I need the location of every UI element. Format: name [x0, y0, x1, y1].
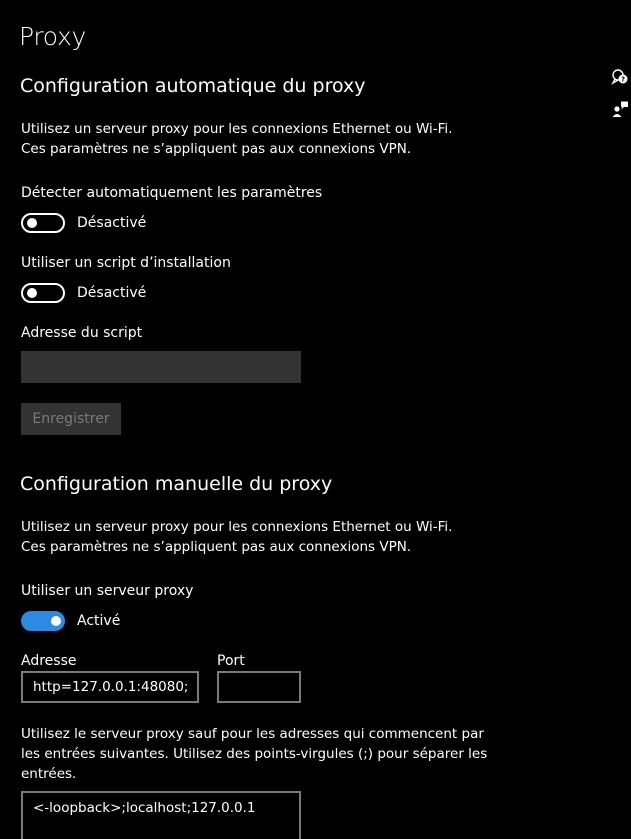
proxy-address-label: Adresse: [21, 653, 77, 669]
exceptions-line2: les entrées suivantes. Utilisez des poin…: [21, 746, 488, 762]
use-proxy-label: Utiliser un serveur proxy: [21, 583, 194, 599]
proxy-address-input[interactable]: [21, 671, 199, 703]
auto-section-title: Configuration automatique du proxy: [20, 75, 366, 97]
use-proxy-toggle[interactable]: [21, 611, 65, 631]
exceptions-line1: Utilisez le serveur proxy sauf pour les …: [21, 726, 484, 742]
svg-text:?: ?: [621, 76, 625, 84]
auto-description-line2: Ces paramètres ne s’appliquent pas aux c…: [21, 141, 412, 157]
give-feedback-icon[interactable]: [611, 100, 629, 118]
toggle-knob: [27, 218, 37, 228]
use-proxy-state: Activé: [77, 613, 121, 629]
proxy-port-input[interactable]: [217, 671, 301, 703]
proxy-port-label: Port: [217, 653, 245, 669]
manual-section-title: Configuration manuelle du proxy: [20, 473, 333, 495]
auto-description: Utilisez un serveur proxy pour les conne…: [21, 119, 452, 159]
exceptions-description: Utilisez le serveur proxy sauf pour les …: [21, 724, 487, 784]
save-button[interactable]: Enregistrer: [21, 403, 121, 435]
setup-script-state: Désactivé: [77, 285, 147, 301]
exceptions-line3: entrées.: [21, 766, 77, 782]
get-help-icon[interactable]: ?: [611, 68, 629, 86]
script-address-label: Adresse du script: [21, 325, 143, 341]
manual-description-line1: Utilisez un serveur proxy pour les conne…: [21, 519, 453, 535]
exceptions-input[interactable]: <-loopback>;localhost;127.0.0.1: [21, 791, 301, 839]
toggle-knob: [27, 288, 37, 298]
setup-script-toggle[interactable]: [21, 283, 65, 303]
manual-description-line2: Ces paramètres ne s’appliquent pas aux c…: [21, 539, 412, 555]
detect-settings-label: Détecter automatiquement les paramètres: [21, 185, 323, 201]
detect-settings-state: Désactivé: [77, 215, 147, 231]
setup-script-label: Utiliser un script d’installation: [21, 255, 231, 271]
toggle-knob: [51, 616, 61, 626]
page-title: Proxy: [19, 22, 86, 51]
detect-settings-toggle[interactable]: [21, 213, 65, 233]
manual-description: Utilisez un serveur proxy pour les conne…: [21, 517, 452, 557]
script-address-input[interactable]: [21, 351, 301, 383]
auto-description-line1: Utilisez un serveur proxy pour les conne…: [21, 121, 453, 137]
